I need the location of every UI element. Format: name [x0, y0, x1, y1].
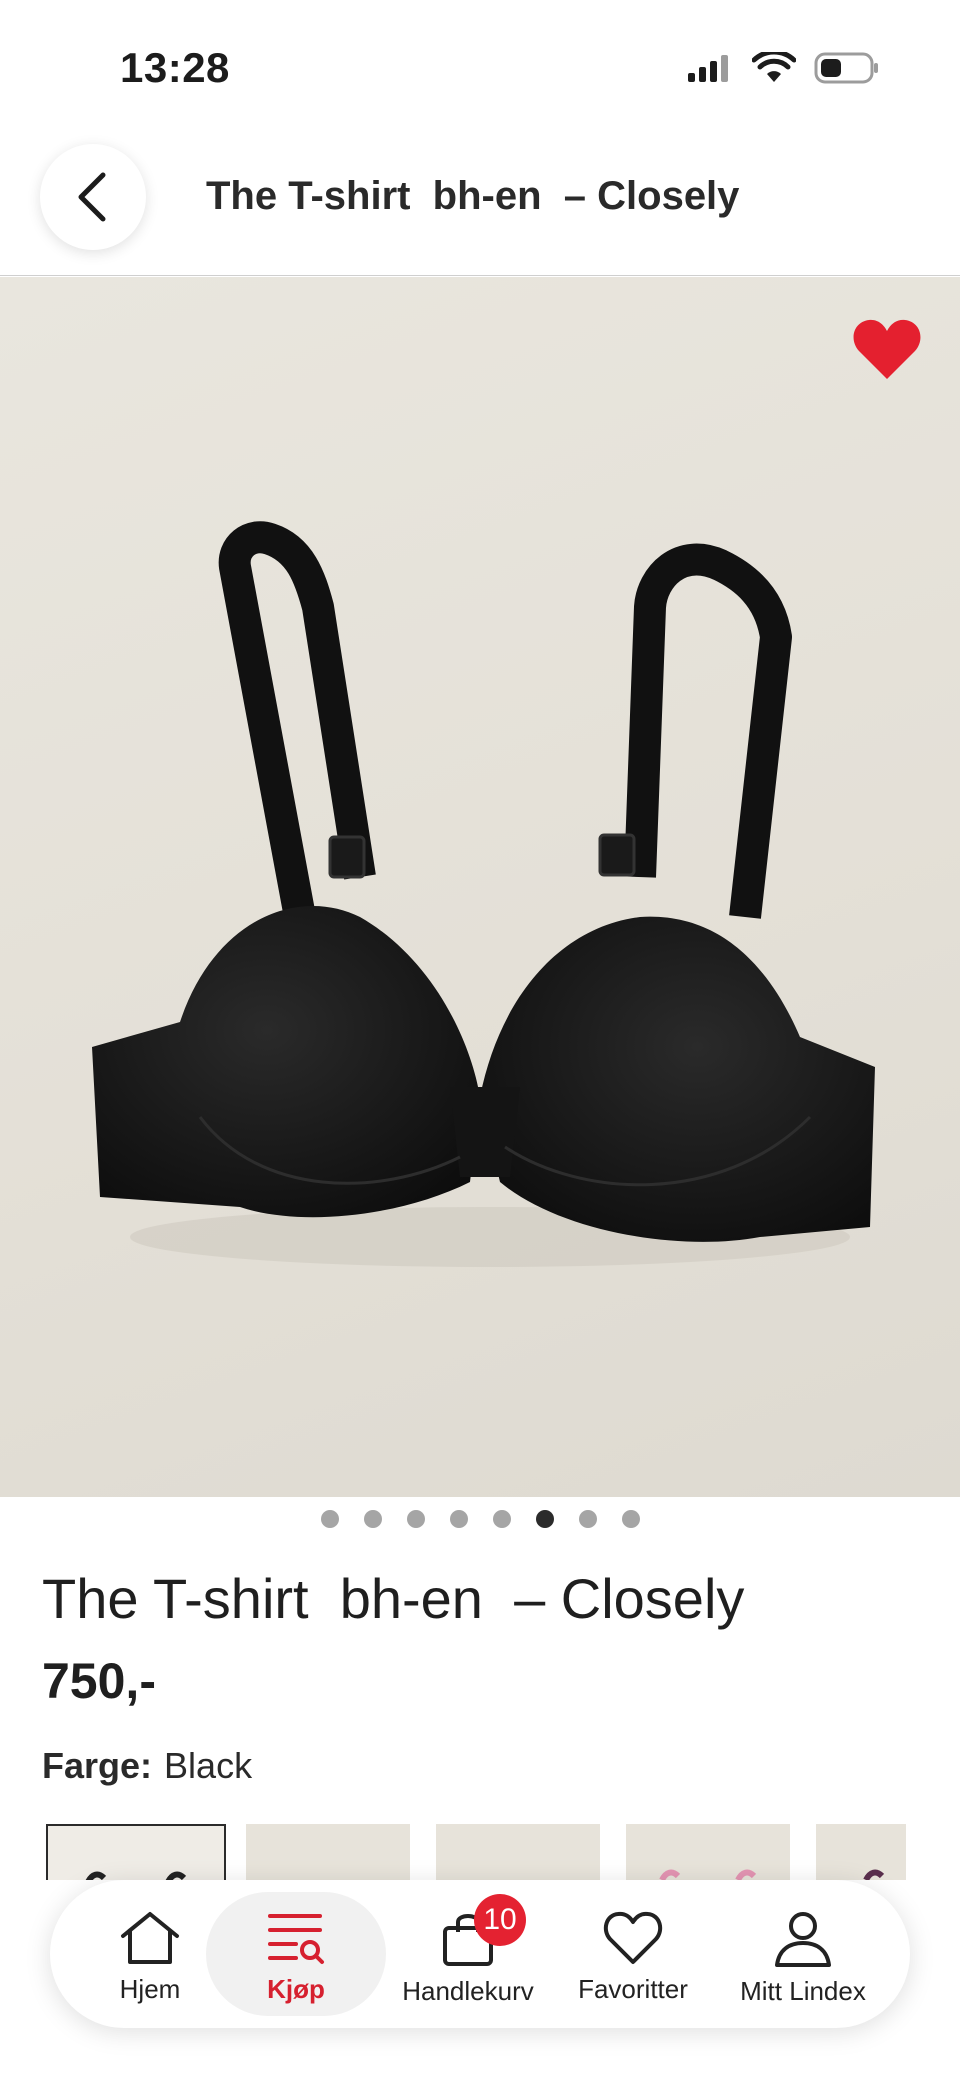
bottom-navigation: Hjem Kjøp 10 Handlekurv Favoritter Mitt	[50, 1880, 910, 2028]
status-bar: 13:28	[0, 0, 960, 140]
carousel-dot-active[interactable]	[535, 1510, 554, 1528]
back-button[interactable]	[40, 144, 146, 250]
favorite-heart-icon[interactable]	[852, 317, 922, 381]
nav-shop[interactable]: Kjøp	[206, 1892, 386, 2016]
product-price: 750,-	[42, 1653, 156, 1709]
nav-favorites[interactable]: Favoritter	[560, 1880, 706, 2028]
nav-home[interactable]: Hjem	[90, 1880, 210, 2028]
carousel-dot[interactable]	[578, 1510, 597, 1528]
nav-label: Hjem	[119, 1974, 181, 2004]
carousel-dot[interactable]	[320, 1510, 339, 1528]
cart-badge: 10	[474, 1894, 526, 1946]
swatch-color-3[interactable]	[436, 1824, 600, 1880]
carousel-dots	[0, 1510, 960, 1534]
user-icon	[775, 1912, 831, 1967]
product-photo	[92, 521, 875, 1267]
swatch-thumb	[659, 1869, 757, 1880]
swatch-color-2[interactable]	[246, 1824, 410, 1880]
swatch-black[interactable]	[46, 1824, 226, 1880]
swatch-color-4[interactable]	[626, 1824, 790, 1880]
swatch-thumb	[863, 1869, 885, 1880]
carousel-dot[interactable]	[492, 1510, 511, 1528]
product-header: The T-shirt bh-en – Closely	[0, 140, 960, 276]
status-time: 13:28	[120, 44, 230, 91]
carousel-dot[interactable]	[363, 1510, 382, 1528]
wifi-icon	[752, 52, 796, 82]
heart-outline-icon	[603, 1911, 663, 1964]
battery-icon	[814, 52, 878, 84]
nav-label: Favoritter	[578, 1974, 688, 2004]
nav-label: Handlekurv	[402, 1976, 534, 2006]
carousel-dot[interactable]	[406, 1510, 425, 1528]
header-title: The T-shirt bh-en – Closely	[206, 174, 740, 218]
carousel-dot[interactable]	[621, 1510, 640, 1528]
color-swatches	[46, 1824, 960, 1880]
signal-icon	[688, 55, 728, 82]
nav-label: Kjøp	[267, 1974, 325, 2004]
nav-account[interactable]: Mitt Lindex	[720, 1880, 886, 2028]
swatch-color-5[interactable]	[816, 1824, 906, 1880]
product-image-carousel[interactable]	[0, 277, 960, 1497]
status-icons	[686, 52, 880, 84]
swatch-thumb	[85, 1871, 187, 1880]
carousel-dot[interactable]	[449, 1510, 468, 1528]
nav-cart[interactable]: 10 Handlekurv	[386, 1880, 550, 2028]
home-icon	[121, 1912, 179, 1964]
color-label: Farge:	[42, 1745, 153, 1786]
shop-search-icon	[268, 1914, 324, 1964]
nav-label: Mitt Lindex	[740, 1976, 866, 2006]
color-value: Black	[164, 1745, 253, 1786]
product-title: The T-shirt bh-en – Closely	[42, 1567, 745, 1630]
color-row: Farge: Black	[42, 1745, 252, 1787]
chevron-left-icon	[78, 172, 106, 222]
